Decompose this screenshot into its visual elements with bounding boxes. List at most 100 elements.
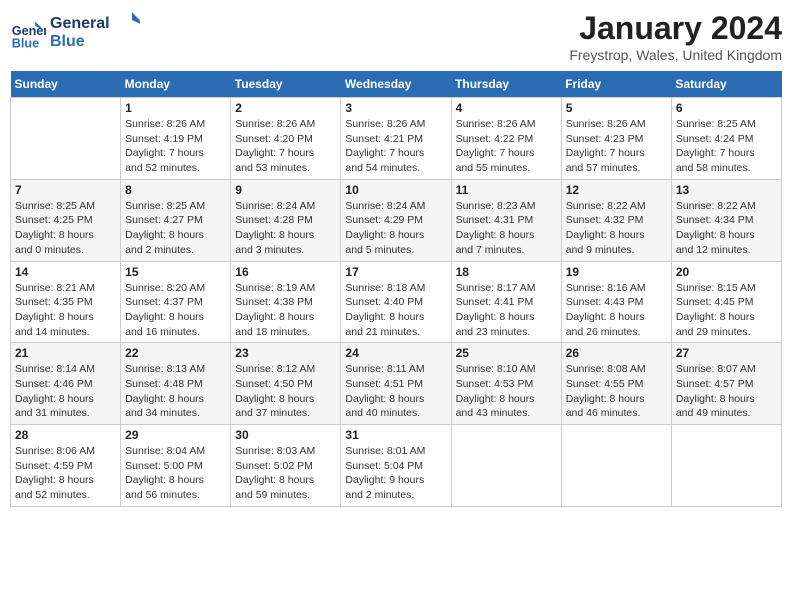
day-info: Sunrise: 8:24 AM Sunset: 4:28 PM Dayligh… [235,199,336,258]
calendar-day-header: Wednesday [341,71,451,98]
day-number: 13 [676,183,777,197]
day-number: 5 [566,101,667,115]
day-number: 14 [15,265,116,279]
day-info: Sunrise: 8:10 AM Sunset: 4:53 PM Dayligh… [456,362,557,421]
calendar-day-cell [561,425,671,507]
day-info: Sunrise: 8:25 AM Sunset: 4:27 PM Dayligh… [125,199,226,258]
day-info: Sunrise: 8:18 AM Sunset: 4:40 PM Dayligh… [345,281,446,340]
day-info: Sunrise: 8:06 AM Sunset: 4:59 PM Dayligh… [15,444,116,503]
day-info: Sunrise: 8:11 AM Sunset: 4:51 PM Dayligh… [345,362,446,421]
day-number: 27 [676,346,777,360]
day-number: 18 [456,265,557,279]
day-number: 25 [456,346,557,360]
calendar-day-cell: 31Sunrise: 8:01 AM Sunset: 5:04 PM Dayli… [341,425,451,507]
calendar-day-cell: 19 Sunrise: 8:16 AM Sunset: 4:43 PM Dayli… [561,261,671,343]
day-info: Sunrise: 8:19 AM Sunset: 4:38 PM Dayligh… [235,281,336,340]
calendar-day-header: Monday [121,71,231,98]
calendar-day-cell: 26Sunrise: 8:08 AM Sunset: 4:55 PM Dayli… [561,343,671,425]
day-number: 22 [125,346,226,360]
calendar-day-header: Saturday [671,71,781,98]
day-number: 10 [345,183,446,197]
day-number: 9 [235,183,336,197]
day-info: Sunrise: 8:26 AM Sunset: 4:23 PM Dayligh… [566,117,667,176]
month-title: January 2024 [569,10,782,47]
day-info: Sunrise: 8:26 AM Sunset: 4:20 PM Dayligh… [235,117,336,176]
svg-text:General: General [50,15,110,32]
calendar-day-cell: 4 Sunrise: 8:26 AM Sunset: 4:22 PM Daylig… [451,98,561,180]
calendar-day-header: Sunday [11,71,121,98]
day-number: 16 [235,265,336,279]
day-info: Sunrise: 8:13 AM Sunset: 4:48 PM Dayligh… [125,362,226,421]
calendar-day-cell: 8 Sunrise: 8:25 AM Sunset: 4:27 PM Daylig… [121,179,231,261]
calendar-day-cell: 18 Sunrise: 8:17 AM Sunset: 4:41 PM Dayli… [451,261,561,343]
day-info: Sunrise: 8:16 AM Sunset: 4:43 PM Dayligh… [566,281,667,340]
day-info: Sunrise: 8:03 AM Sunset: 5:02 PM Dayligh… [235,444,336,503]
day-info: Sunrise: 8:07 AM Sunset: 4:57 PM Dayligh… [676,362,777,421]
calendar-day-cell: 13 Sunrise: 8:22 AM Sunset: 4:34 PM Dayli… [671,179,781,261]
day-number: 19 [566,265,667,279]
calendar-week-row: 7Sunrise: 8:25 AM Sunset: 4:25 PM Daylig… [11,179,782,261]
calendar-day-header: Tuesday [231,71,341,98]
calendar-day-cell: 5 Sunrise: 8:26 AM Sunset: 4:23 PM Daylig… [561,98,671,180]
calendar-day-cell: 30 Sunrise: 8:03 AM Sunset: 5:02 PM Dayli… [231,425,341,507]
day-number: 24 [345,346,446,360]
day-number: 31 [345,428,446,442]
logo-svg: General Blue [50,10,140,54]
svg-text:Blue: Blue [50,33,85,50]
title-area: January 2024 Freystrop, Wales, United Ki… [569,10,782,63]
calendar-table: SundayMondayTuesdayWednesdayThursdayFrid… [10,71,782,507]
day-number: 21 [15,346,116,360]
day-number: 8 [125,183,226,197]
day-info: Sunrise: 8:25 AM Sunset: 4:25 PM Dayligh… [15,199,116,258]
calendar-day-cell: 1Sunrise: 8:26 AM Sunset: 4:19 PM Daylig… [121,98,231,180]
calendar-day-cell: 7Sunrise: 8:25 AM Sunset: 4:25 PM Daylig… [11,179,121,261]
day-number: 23 [235,346,336,360]
day-number: 11 [456,183,557,197]
calendar-week-row: 21 Sunrise: 8:14 AM Sunset: 4:46 PM Dayli… [11,343,782,425]
calendar-day-cell: 23 Sunrise: 8:12 AM Sunset: 4:50 PM Dayli… [231,343,341,425]
calendar-week-row: 14 Sunrise: 8:21 AM Sunset: 4:35 PM Dayli… [11,261,782,343]
day-info: Sunrise: 8:04 AM Sunset: 5:00 PM Dayligh… [125,444,226,503]
calendar-week-row: 28Sunrise: 8:06 AM Sunset: 4:59 PM Dayli… [11,425,782,507]
day-info: Sunrise: 8:08 AM Sunset: 4:55 PM Dayligh… [566,362,667,421]
calendar-day-cell: 10 Sunrise: 8:24 AM Sunset: 4:29 PM Dayli… [341,179,451,261]
calendar-day-cell: 25 Sunrise: 8:10 AM Sunset: 4:53 PM Dayli… [451,343,561,425]
calendar-day-cell: 29 Sunrise: 8:04 AM Sunset: 5:00 PM Dayli… [121,425,231,507]
day-info: Sunrise: 8:26 AM Sunset: 4:19 PM Dayligh… [125,117,226,176]
day-info: Sunrise: 8:12 AM Sunset: 4:50 PM Dayligh… [235,362,336,421]
day-number: 30 [235,428,336,442]
calendar-day-cell [451,425,561,507]
page-header: General Blue General Blue January 2024 F… [10,10,782,63]
calendar-day-cell: 20Sunrise: 8:15 AM Sunset: 4:45 PM Dayli… [671,261,781,343]
calendar-day-cell: 9 Sunrise: 8:24 AM Sunset: 4:28 PM Daylig… [231,179,341,261]
day-info: Sunrise: 8:21 AM Sunset: 4:35 PM Dayligh… [15,281,116,340]
day-number: 6 [676,101,777,115]
calendar-day-cell: 17 Sunrise: 8:18 AM Sunset: 4:40 PM Dayli… [341,261,451,343]
calendar-day-cell: 24 Sunrise: 8:11 AM Sunset: 4:51 PM Dayli… [341,343,451,425]
calendar-day-cell: 15 Sunrise: 8:20 AM Sunset: 4:37 PM Dayli… [121,261,231,343]
day-info: Sunrise: 8:22 AM Sunset: 4:34 PM Dayligh… [676,199,777,258]
calendar-day-cell: 6 Sunrise: 8:25 AM Sunset: 4:24 PM Daylig… [671,98,781,180]
day-info: Sunrise: 8:26 AM Sunset: 4:22 PM Dayligh… [456,117,557,176]
day-info: Sunrise: 8:17 AM Sunset: 4:41 PM Dayligh… [456,281,557,340]
calendar-day-cell: 11Sunrise: 8:23 AM Sunset: 4:31 PM Dayli… [451,179,561,261]
day-info: Sunrise: 8:24 AM Sunset: 4:29 PM Dayligh… [345,199,446,258]
logo-icon: General Blue [10,17,46,53]
calendar-day-cell: 12Sunrise: 8:22 AM Sunset: 4:32 PM Dayli… [561,179,671,261]
day-info: Sunrise: 8:14 AM Sunset: 4:46 PM Dayligh… [15,362,116,421]
calendar-day-cell [11,98,121,180]
calendar-week-row: 1Sunrise: 8:26 AM Sunset: 4:19 PM Daylig… [11,98,782,180]
calendar-day-cell: 27 Sunrise: 8:07 AM Sunset: 4:57 PM Dayli… [671,343,781,425]
day-number: 29 [125,428,226,442]
day-info: Sunrise: 8:15 AM Sunset: 4:45 PM Dayligh… [676,281,777,340]
day-number: 15 [125,265,226,279]
calendar-header-row: SundayMondayTuesdayWednesdayThursdayFrid… [11,71,782,98]
calendar-day-cell: 22 Sunrise: 8:13 AM Sunset: 4:48 PM Dayli… [121,343,231,425]
location: Freystrop, Wales, United Kingdom [569,47,782,63]
calendar-day-cell: 3Sunrise: 8:26 AM Sunset: 4:21 PM Daylig… [341,98,451,180]
day-number: 4 [456,101,557,115]
day-number: 17 [345,265,446,279]
calendar-day-cell [671,425,781,507]
day-info: Sunrise: 8:25 AM Sunset: 4:24 PM Dayligh… [676,117,777,176]
day-info: Sunrise: 8:20 AM Sunset: 4:37 PM Dayligh… [125,281,226,340]
